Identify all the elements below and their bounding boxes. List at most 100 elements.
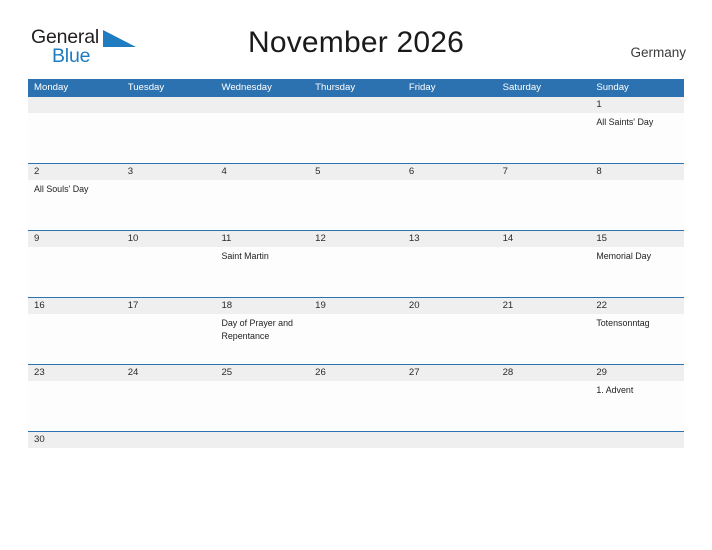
day-number[interactable]: 9 (28, 231, 122, 247)
day-cell[interactable]: Memorial Day (590, 247, 684, 297)
day-number[interactable]: 11 (215, 231, 309, 247)
day-cell[interactable] (28, 381, 122, 431)
day-number[interactable]: 26 (309, 365, 403, 381)
weekday-header-friday: Friday (408, 82, 436, 93)
day-number[interactable]: 1 (590, 97, 684, 113)
day-number[interactable] (590, 432, 684, 448)
day-number[interactable]: 8 (590, 164, 684, 180)
day-number[interactable]: 24 (122, 365, 216, 381)
weekday-header-row: Monday Tuesday Wednesday Thursday Friday… (28, 79, 684, 96)
week-events-band: Day of Prayer and Repentance Totensonnta… (28, 314, 684, 364)
day-number[interactable] (309, 97, 403, 113)
day-number[interactable] (497, 432, 591, 448)
day-number[interactable] (122, 432, 216, 448)
week-events-band: All Souls' Day (28, 180, 684, 230)
day-cell[interactable] (215, 180, 309, 230)
day-cell[interactable]: All Souls' Day (28, 180, 122, 230)
day-number[interactable]: 23 (28, 365, 122, 381)
day-cell[interactable] (122, 314, 216, 364)
day-number[interactable]: 3 (122, 164, 216, 180)
day-number[interactable] (403, 432, 497, 448)
day-cell[interactable] (309, 448, 403, 451)
day-cell[interactable] (309, 314, 403, 364)
event-label: All Souls' Day (34, 184, 89, 194)
day-number[interactable]: 27 (403, 365, 497, 381)
day-cell[interactable] (309, 247, 403, 297)
event-label: 1. Advent (596, 385, 634, 395)
day-cell[interactable] (309, 180, 403, 230)
day-number[interactable] (309, 432, 403, 448)
day-cell[interactable] (28, 113, 122, 163)
day-cell[interactable] (122, 113, 216, 163)
day-number[interactable]: 19 (309, 298, 403, 314)
event-label: Saint Martin (221, 251, 269, 261)
day-number[interactable]: 16 (28, 298, 122, 314)
day-number[interactable] (403, 97, 497, 113)
day-cell[interactable] (122, 247, 216, 297)
day-cell[interactable] (309, 381, 403, 431)
day-number[interactable] (215, 432, 309, 448)
week-events-band: Saint Martin Memorial Day (28, 247, 684, 297)
day-cell[interactable] (122, 381, 216, 431)
day-number[interactable]: 22 (590, 298, 684, 314)
day-cell[interactable] (403, 180, 497, 230)
day-number[interactable]: 13 (403, 231, 497, 247)
day-cell[interactable] (497, 180, 591, 230)
day-number[interactable]: 30 (28, 432, 122, 448)
day-number[interactable]: 7 (497, 164, 591, 180)
day-cell[interactable] (28, 314, 122, 364)
day-cell[interactable] (497, 247, 591, 297)
day-number[interactable]: 28 (497, 365, 591, 381)
day-number[interactable] (122, 97, 216, 113)
day-number[interactable]: 4 (215, 164, 309, 180)
day-cell[interactable] (403, 381, 497, 431)
day-cell[interactable]: Day of Prayer and Repentance (215, 314, 309, 364)
day-cell[interactable] (28, 247, 122, 297)
day-cell[interactable] (122, 448, 216, 451)
day-cell[interactable] (497, 113, 591, 163)
day-cell[interactable] (403, 247, 497, 297)
day-number[interactable]: 6 (403, 164, 497, 180)
day-number[interactable]: 10 (122, 231, 216, 247)
day-cell[interactable] (590, 180, 684, 230)
day-number[interactable]: 20 (403, 298, 497, 314)
day-number[interactable]: 5 (309, 164, 403, 180)
day-cell[interactable] (403, 113, 497, 163)
day-cell[interactable] (215, 113, 309, 163)
day-number[interactable]: 15 (590, 231, 684, 247)
day-cell[interactable] (497, 448, 591, 451)
calendar-grid: Monday Tuesday Wednesday Thursday Friday… (28, 79, 684, 448)
day-cell[interactable]: Totensonntag (590, 314, 684, 364)
day-number[interactable]: 14 (497, 231, 591, 247)
week-daynumber-band: 30 (28, 432, 684, 448)
week-row: 9 10 11 12 13 14 15 Saint Martin Memoria… (28, 230, 684, 297)
day-number[interactable]: 18 (215, 298, 309, 314)
page-header: General Blue November 2026 Germany (0, 0, 712, 66)
day-cell[interactable]: 1. Advent (590, 381, 684, 431)
event-label: Totensonntag (596, 318, 650, 328)
day-number[interactable]: 21 (497, 298, 591, 314)
day-cell[interactable] (497, 381, 591, 431)
day-cell[interactable] (28, 448, 122, 451)
week-events-band: All Saints' Day (28, 113, 684, 163)
day-cell[interactable] (497, 314, 591, 364)
day-number[interactable] (497, 97, 591, 113)
day-cell[interactable] (215, 381, 309, 431)
day-cell[interactable]: Saint Martin (215, 247, 309, 297)
day-cell[interactable] (122, 180, 216, 230)
day-number[interactable] (215, 97, 309, 113)
day-number[interactable]: 2 (28, 164, 122, 180)
day-number[interactable] (28, 97, 122, 113)
weekday-header-sunday: Sunday (596, 82, 629, 93)
weekday-header-tuesday: Tuesday (127, 82, 165, 93)
day-cell[interactable] (590, 448, 684, 451)
day-number[interactable]: 29 (590, 365, 684, 381)
day-cell[interactable]: All Saints' Day (590, 113, 684, 163)
day-number[interactable]: 25 (215, 365, 309, 381)
day-cell[interactable] (309, 113, 403, 163)
day-number[interactable]: 12 (309, 231, 403, 247)
day-cell[interactable] (215, 448, 309, 451)
day-cell[interactable] (403, 448, 497, 451)
day-cell[interactable] (403, 314, 497, 364)
day-number[interactable]: 17 (122, 298, 216, 314)
